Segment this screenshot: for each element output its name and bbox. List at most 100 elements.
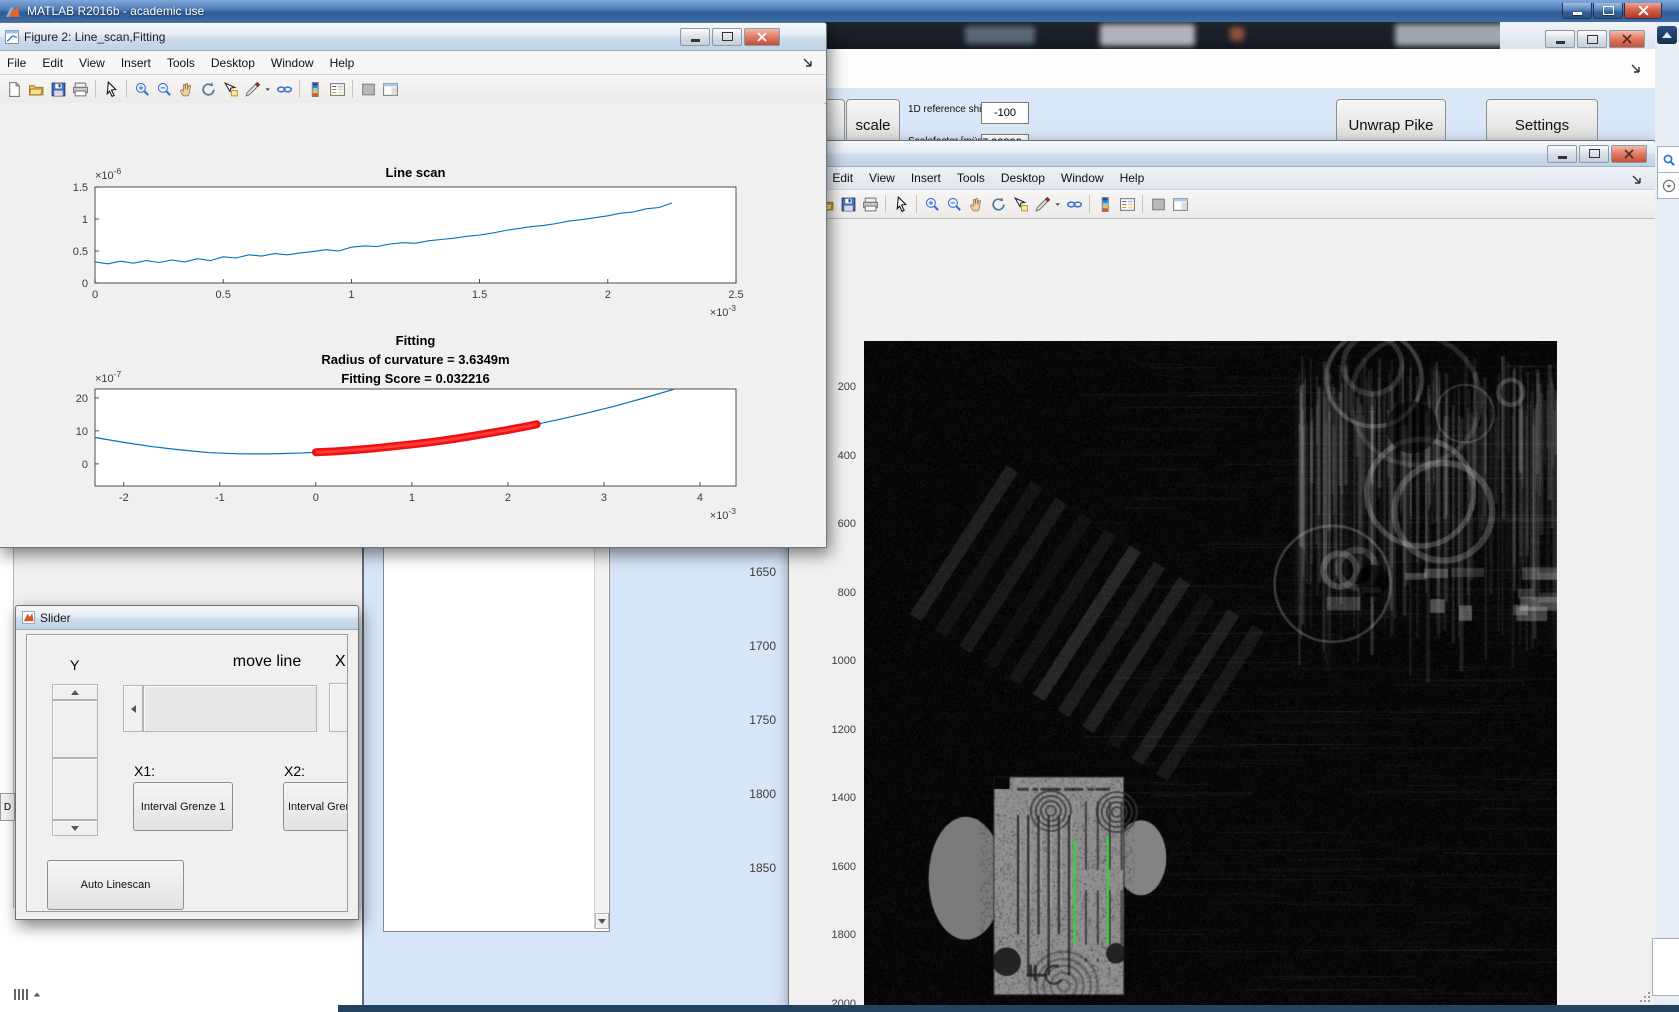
slider-titlebar[interactable]: Slider [16,606,358,630]
figure2-restore-button[interactable] [712,27,742,46]
legend-icon[interactable] [326,78,348,100]
interval-grenze-1-button[interactable]: Interval Grenze 1 [133,782,233,831]
y-slider[interactable] [52,684,98,836]
collapse-strip-button[interactable] [1657,26,1677,44]
move-line-label: move line [232,653,302,670]
save-icon[interactable] [837,193,859,215]
rotate-icon[interactable] [987,193,1009,215]
gui-dock-arrow-icon[interactable] [1630,62,1642,80]
zoom-in-icon[interactable] [131,78,153,100]
gui-restore-button[interactable] [1577,30,1607,48]
menu-item[interactable]: Desktop [993,168,1053,188]
menu-item[interactable]: Insert [113,53,159,73]
colorbar-icon[interactable] [1094,193,1116,215]
right-figure-close-button[interactable] [1611,144,1647,163]
docked-panel-tab[interactable]: D [0,793,15,821]
legend-icon[interactable] [1116,193,1138,215]
ref-shift-input[interactable] [981,102,1029,124]
slider-up-button[interactable] [52,684,98,700]
x-slider-2[interactable] [329,683,347,732]
right-figure-titlebar[interactable]: d [789,141,1655,167]
hide-plottools-icon[interactable] [1147,193,1169,215]
open-folder-icon[interactable] [25,78,47,100]
figure2-plot-canvas[interactable]: Line scan ×10-6 0 0.5 1 1.5 2 2.5 0 0.5 1 1.5 ×10-3 F… [0,103,824,546]
gui-close-button[interactable] [1609,30,1645,48]
data-cursor-icon[interactable] [1009,193,1031,215]
menu-item[interactable]: Window [1053,168,1112,188]
close-icon [757,31,767,42]
data-cursor-icon[interactable] [219,78,241,100]
menu-item[interactable]: Tools [159,53,203,73]
figure-image-canvas[interactable] [864,341,1557,1005]
auto-linescan-button[interactable]: Auto Linescan [47,860,184,910]
slider-left-button[interactable] [123,685,143,732]
slider-down-button[interactable] [52,820,98,836]
pan-icon[interactable] [965,193,987,215]
brush-icon[interactable] [241,78,263,100]
right-figure-minimize-button[interactable] [1547,144,1577,163]
pointer-icon[interactable] [100,78,122,100]
resize-grip-icon[interactable] [1639,990,1651,1002]
menu-item[interactable]: Edit [34,53,71,73]
pointer-icon[interactable] [890,193,912,215]
svg-text:1: 1 [409,492,415,504]
menu-item[interactable]: File [0,53,34,73]
background-window-blob [965,26,1035,44]
link-plot-icon[interactable] [273,78,295,100]
rotate-icon[interactable] [197,78,219,100]
show-plottools-icon[interactable] [1169,193,1191,215]
caret-icon[interactable] [1053,193,1063,215]
zoom-out-icon[interactable] [943,193,965,215]
save-icon[interactable] [47,78,69,100]
menu-item[interactable]: Tools [949,168,993,188]
gui-minimize-button[interactable] [1545,30,1575,48]
menu-item[interactable]: Desktop [203,53,263,73]
expand-tool-button[interactable] [1657,172,1679,199]
menu-item[interactable]: Help [1112,168,1153,188]
brush-icon[interactable] [1031,193,1053,215]
pan-icon[interactable] [175,78,197,100]
figure2-titlebar[interactable]: Figure 2: Line_scan,Fitting [0,23,826,51]
menu-item[interactable]: Window [263,53,322,73]
menu-item[interactable]: View [71,53,113,73]
docked-panel-tab-label: D [3,801,12,813]
menu-item[interactable]: Help [322,53,363,73]
statusbar-splitter[interactable] [14,986,58,1002]
toolbar-separator [1142,195,1143,213]
zoom-in-icon[interactable] [921,193,943,215]
figure2-close-button[interactable] [744,27,780,46]
listbox-scrollbar[interactable] [594,506,609,929]
right-figure-dock-arrow-icon[interactable] [1631,173,1643,191]
svg-text:2: 2 [605,289,611,301]
x-slider[interactable] [123,685,317,732]
figure2-dock-arrow-icon[interactable] [802,56,814,74]
interval-grenze-2-button[interactable]: Interval Grenze 2 [283,782,347,831]
slider-track-lower[interactable] [52,758,98,820]
show-plottools-icon[interactable] [379,78,401,100]
main-close-button[interactable] [1624,3,1662,19]
main-maximize-button[interactable] [1593,3,1623,19]
new-doc-icon[interactable] [3,78,25,100]
main-titlebar[interactable]: MATLAB R2016b - academic use [0,0,1679,22]
print-icon[interactable] [859,193,881,215]
scroll-down-button[interactable] [595,913,609,929]
main-minimize-button[interactable] [1562,3,1592,19]
zoom-out-icon[interactable] [153,78,175,100]
figure2-menubar: File Edit View Insert Tools Desktop Window Help [0,51,826,75]
menu-item[interactable]: Edit [824,168,861,188]
figure2-minimize-button[interactable] [680,27,710,46]
caret-icon[interactable] [263,78,273,100]
bottom-window-border [338,1005,1679,1012]
menu-item[interactable]: View [861,168,903,188]
hide-plottools-icon[interactable] [357,78,379,100]
colorbar-icon[interactable] [304,78,326,100]
restore-icon [1588,149,1600,158]
menu-item[interactable]: Insert [903,168,949,188]
print-icon[interactable] [69,78,91,100]
right-figure-restore-button[interactable] [1579,144,1609,163]
search-tool-button[interactable] [1657,146,1679,173]
listbox[interactable] [383,505,610,932]
slider-track[interactable] [143,685,317,732]
link-plot-icon[interactable] [1063,193,1085,215]
slider-track-upper[interactable] [52,700,98,758]
